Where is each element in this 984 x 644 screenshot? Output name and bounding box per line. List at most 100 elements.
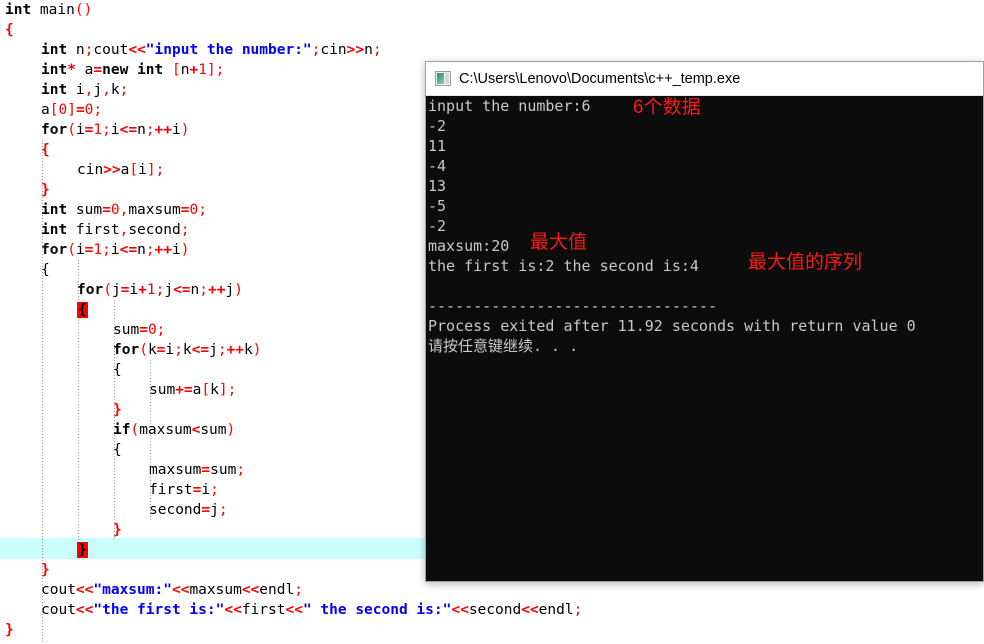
code-token: sum	[149, 382, 176, 398]
code-token: ;	[372, 42, 382, 58]
code-line[interactable]: }	[5, 520, 122, 540]
code-token: i	[110, 242, 120, 258]
code-token: <<	[285, 602, 303, 618]
console-titlebar[interactable]: C:\Users\Lenovo\Documents\c++_temp.exe	[426, 62, 983, 96]
code-token: ];	[206, 62, 225, 78]
code-token: second	[149, 502, 202, 518]
code-token: 1	[146, 282, 156, 298]
code-token: i	[138, 162, 147, 178]
code-line[interactable]: for(j=i+1;j<=n;++j)	[5, 280, 243, 300]
code-token: int	[41, 62, 68, 78]
code-token: ;	[102, 242, 111, 258]
code-token: for	[41, 242, 68, 258]
code-token: 0	[189, 202, 199, 218]
code-token: first	[67, 222, 120, 238]
code-token: <=	[191, 342, 210, 358]
code-token: k	[244, 342, 253, 358]
code-token: ()	[74, 2, 93, 18]
code-token: <<	[521, 602, 539, 618]
code-line[interactable]: cout<<"maxsum:"<<maxsum<<endl;	[5, 580, 303, 600]
code-token: ]	[67, 102, 76, 118]
code-token: cout	[93, 42, 129, 58]
code-token: <=	[119, 122, 138, 138]
code-line[interactable]: int i,j,k;	[5, 80, 128, 100]
code-token: maxsum	[189, 582, 242, 598]
code-token: n	[67, 42, 85, 58]
code-token: ,	[102, 82, 111, 98]
code-line[interactable]: sum+=a[k];	[5, 380, 236, 400]
code-token: for	[113, 342, 140, 358]
code-token: (	[67, 122, 76, 138]
code-line[interactable]: for(k=i;k<=j;++k)	[5, 340, 261, 360]
code-line[interactable]: sum=0;	[5, 320, 165, 340]
code-line[interactable]: {	[5, 20, 14, 40]
code-token: sum	[113, 322, 140, 338]
code-token: <<	[128, 42, 146, 58]
code-line[interactable]: a[0]=0;	[5, 100, 102, 120]
code-token: " the second is:"	[302, 602, 452, 618]
code-line[interactable]: }	[5, 560, 50, 580]
code-line[interactable]: first=i;	[5, 480, 219, 500]
code-line[interactable]: cout<<"the first is:"<<first<<" the seco…	[5, 600, 582, 620]
code-token: )	[252, 342, 262, 358]
code-token: j	[225, 282, 235, 298]
code-token: 0	[58, 102, 68, 118]
console-output[interactable]: input the number:6 -2 11 -4 13 -5 -2 maxsum:20 t…	[426, 96, 983, 581]
code-line[interactable]: int sum=0,maxsum=0;	[5, 200, 207, 220]
code-line[interactable]: int main()	[5, 0, 92, 20]
code-token: ;	[102, 122, 111, 138]
code-token: "maxsum:"	[93, 582, 172, 598]
code-line[interactable]: for(i=1;i<=n;++i)	[5, 240, 189, 260]
code-line[interactable]: int* a=new int [n+1];	[5, 60, 224, 80]
code-token: ;	[198, 202, 207, 218]
console-line: 请按任意键继续. . .	[428, 337, 579, 355]
console-line: 11	[428, 137, 447, 155]
code-token: i	[129, 282, 139, 298]
code-token: for	[77, 282, 104, 298]
code-token: <=	[173, 282, 191, 298]
code-token: cout	[41, 602, 76, 618]
code-line[interactable]: int n;cout<<"input the number:";cin>>n;	[5, 40, 382, 60]
code-token: )	[180, 242, 190, 258]
code-token: first	[241, 602, 286, 618]
code-line[interactable]: cin>>a[i];	[5, 160, 164, 180]
code-line[interactable]: if(maxsum<sum)	[5, 420, 235, 440]
code-line[interactable]: {	[5, 260, 50, 280]
code-token: <<	[171, 582, 190, 598]
code-token: 1	[93, 122, 103, 138]
code-token: ;	[145, 242, 155, 258]
code-token: +	[138, 282, 147, 298]
code-line[interactable]: second=j;	[5, 500, 228, 520]
code-token: j	[210, 502, 219, 518]
code-line[interactable]: }	[5, 540, 88, 560]
code-token: j	[111, 282, 121, 298]
code-token: ++	[226, 342, 245, 358]
code-token: }	[41, 562, 50, 578]
code-line[interactable]: {	[5, 300, 88, 320]
code-token: =	[201, 462, 211, 478]
code-token: maxsum	[128, 202, 181, 218]
console-line: --------------------------------	[428, 297, 717, 315]
code-line[interactable]: maxsum=sum;	[5, 460, 245, 480]
code-token: first	[149, 482, 193, 498]
code-token: i	[110, 122, 120, 138]
code-line[interactable]: {	[5, 360, 122, 380]
code-token: i	[75, 242, 85, 258]
code-token: second	[468, 602, 522, 618]
code-line[interactable]: {	[5, 440, 122, 460]
code-token: }	[41, 182, 50, 198]
console-window[interactable]: C:\Users\Lenovo\Documents\c++_temp.exe i…	[425, 61, 984, 582]
code-line[interactable]: {	[5, 140, 50, 160]
code-line[interactable]: }	[5, 620, 14, 640]
code-line[interactable]: }	[5, 180, 50, 200]
code-token: }	[77, 542, 88, 558]
code-token: {	[113, 442, 122, 458]
code-token: ;	[217, 342, 227, 358]
annotation-sequence: 最大值的序列	[748, 252, 863, 273]
code-line[interactable]: for(i=1;i<=n;++i)	[5, 120, 189, 140]
code-line[interactable]: }	[5, 400, 122, 420]
code-token: >>	[103, 162, 121, 178]
code-line[interactable]: int first,second;	[5, 220, 189, 240]
console-line: -5	[428, 197, 447, 215]
code-token: }	[5, 622, 14, 638]
